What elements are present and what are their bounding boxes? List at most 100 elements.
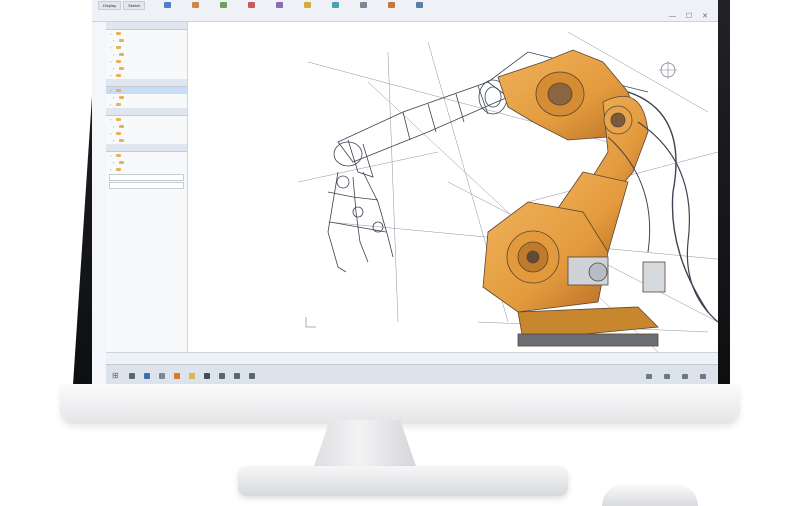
chevron-right-icon[interactable]: › (110, 58, 114, 65)
calendar-icon[interactable] (248, 373, 255, 379)
chevron-right-icon[interactable]: › (113, 159, 117, 166)
volume-icon[interactable] (664, 373, 670, 379)
tree-item[interactable]: › (106, 116, 187, 123)
folder-icon (116, 89, 121, 92)
chevron-right-icon[interactable]: › (110, 116, 114, 123)
file-explorer-icon[interactable] (128, 373, 135, 379)
extrude-tool-button[interactable] (211, 2, 235, 18)
tree-item[interactable]: › (106, 37, 187, 44)
tree-item[interactable]: › (106, 101, 187, 108)
notification-icon[interactable] (700, 373, 706, 379)
chevron-right-icon[interactable]: › (113, 65, 117, 72)
folder-icon (116, 154, 121, 157)
folder-icon (119, 96, 124, 99)
close-button[interactable]: ✕ (702, 13, 708, 21)
start-button[interactable]: ⊞ (112, 372, 119, 380)
export-tool-button[interactable] (379, 2, 403, 18)
tree-item[interactable]: › (106, 65, 187, 72)
mail-icon[interactable] (158, 373, 165, 379)
chevron-right-icon[interactable]: › (110, 44, 114, 51)
terminal-icon[interactable] (203, 373, 210, 379)
tree-item[interactable]: › (106, 137, 187, 144)
tree-item[interactable]: › (106, 44, 187, 51)
video-icon[interactable] (218, 373, 225, 379)
3d-viewport[interactable] (188, 22, 718, 352)
minimize-button[interactable]: — (669, 13, 676, 21)
tree-item[interactable]: › (106, 58, 187, 65)
tree-item[interactable]: › (106, 166, 187, 173)
tree-item[interactable]: › (106, 51, 187, 58)
simulate-icon (331, 2, 339, 8)
chevron-right-icon[interactable]: › (110, 152, 114, 159)
tab-sketch[interactable]: Sketch (123, 1, 146, 10)
revolve-tool-button[interactable] (239, 2, 263, 18)
robot-arm-model (297, 31, 718, 352)
chevron-right-icon[interactable]: › (110, 30, 114, 37)
origin-axes-icon (305, 317, 316, 328)
folder-icon[interactable] (188, 373, 195, 379)
cad-application-window: Display Sketch — ☐ ✕ › › › › › › › › › › › › › › › › › (92, 0, 718, 387)
tree-item[interactable]: › (106, 159, 187, 166)
measure-icon (303, 2, 311, 8)
settings-tool-button[interactable] (407, 2, 431, 18)
folder-icon (116, 132, 121, 135)
folder-icon (119, 53, 124, 56)
folder-icon (116, 118, 121, 121)
battery-icon[interactable] (682, 373, 688, 379)
maximize-button[interactable]: ☐ (686, 13, 692, 21)
assembly-tool-button[interactable] (183, 2, 207, 18)
monitor-stand-base (238, 466, 568, 496)
folder-icon (116, 60, 121, 63)
folder-icon (116, 74, 121, 77)
browser-icon[interactable] (143, 373, 150, 379)
render-icon (359, 2, 367, 8)
cad-app-icon[interactable] (173, 373, 180, 379)
revolve-icon (247, 2, 255, 8)
status-bar (106, 352, 718, 364)
orange-robot-arm (482, 49, 718, 347)
panel-section-title[interactable] (106, 79, 187, 87)
panel-section-title[interactable] (106, 144, 187, 152)
part-tool-button[interactable] (155, 2, 179, 18)
folder-icon (119, 161, 124, 164)
tree-item[interactable]: › (106, 94, 187, 101)
fillet-tool-button[interactable] (267, 2, 291, 18)
ribbon-tool-group (155, 0, 431, 18)
tree-item[interactable]: › (106, 123, 187, 130)
view-cube-icon[interactable] (658, 60, 678, 80)
tree-item[interactable]: › (106, 72, 187, 79)
extrude-icon (219, 2, 227, 8)
chevron-right-icon[interactable]: › (113, 94, 117, 101)
settings-icon (415, 2, 423, 8)
tree-item[interactable]: › (106, 130, 187, 137)
chevron-right-icon[interactable]: › (110, 72, 114, 79)
measure-tool-button[interactable] (295, 2, 319, 18)
network-icon[interactable] (646, 373, 652, 379)
panel-section-title[interactable] (106, 108, 187, 116)
property-field[interactable] (109, 174, 184, 181)
tree-item[interactable]: › (106, 30, 187, 37)
chevron-right-icon[interactable]: › (113, 123, 117, 130)
tab-display[interactable]: Display (98, 1, 122, 10)
chevron-right-icon[interactable]: › (113, 137, 117, 144)
chevron-right-icon[interactable]: › (113, 37, 117, 44)
feature-tree-panel: › › › › › › › › › › › › › › › › › (106, 22, 188, 352)
chevron-right-icon[interactable]: › (110, 101, 114, 108)
folder-icon (119, 67, 124, 70)
chevron-right-icon[interactable]: › (113, 51, 117, 58)
camera-icon[interactable] (233, 373, 240, 379)
chevron-right-icon[interactable]: › (110, 130, 114, 137)
panel-section-title[interactable] (106, 22, 187, 30)
render-tool-button[interactable] (351, 2, 375, 18)
assembly-icon (191, 2, 199, 8)
simulate-tool-button[interactable] (323, 2, 347, 18)
tree-item[interactable]: › (106, 87, 187, 94)
chevron-right-icon[interactable]: › (110, 166, 114, 173)
monitor-chin (60, 384, 740, 424)
property-field[interactable] (109, 182, 184, 189)
folder-icon (116, 46, 121, 49)
folder-icon (119, 139, 124, 142)
chevron-right-icon[interactable]: › (110, 87, 114, 94)
folder-icon (119, 125, 124, 128)
tree-item[interactable]: › (106, 152, 187, 159)
